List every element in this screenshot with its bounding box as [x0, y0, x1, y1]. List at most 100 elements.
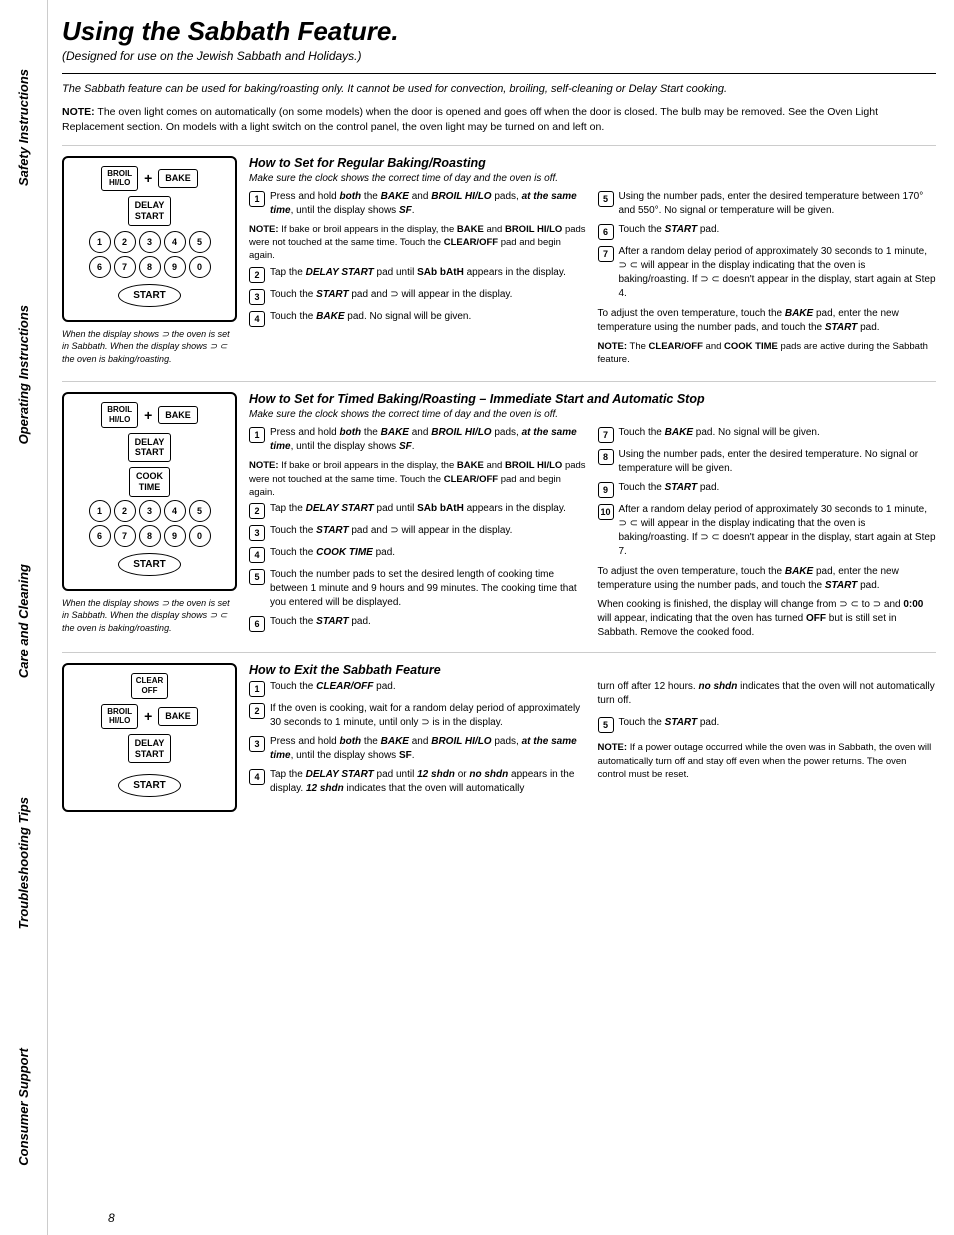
step-item: 4 Touch the COOK TIME pad.: [249, 546, 588, 563]
step-num: 9: [598, 482, 614, 498]
step-item: 2 Tap the DELAY START pad until SAb bAtH…: [249, 502, 588, 519]
num-7-1: 7: [114, 256, 136, 278]
start-btn-2: START: [118, 553, 181, 576]
step-num: 3: [249, 289, 265, 305]
step-text: After a random delay period of approxima…: [619, 245, 937, 301]
step-item: 1 Touch the CLEAR/OFF pad.: [249, 680, 588, 697]
step-text: Tap the DELAY START pad until SAb bAtH a…: [270, 266, 566, 280]
step-text: Touch the BAKE pad. No signal will be gi…: [619, 426, 820, 440]
step-num: 7: [598, 246, 614, 262]
start-btn-1: START: [118, 284, 181, 307]
num-1-1: 1: [89, 231, 111, 253]
step-text: Press and hold both the BAKE and BROIL H…: [270, 426, 588, 454]
section2-row: BROILHI/LO + BAKE DELAYSTART COOKTIME 1 …: [62, 381, 936, 640]
number-row-1b: 6 7 8 9 0: [74, 256, 225, 278]
step-num: 6: [249, 616, 265, 632]
step-num: 8: [598, 449, 614, 465]
step-item: 7 After a random delay period of approxi…: [598, 245, 937, 301]
num-5-1: 5: [189, 231, 211, 253]
step-text: Touch the CLEAR/OFF pad.: [270, 680, 396, 694]
num-5-2: 5: [189, 500, 211, 522]
num-8-2: 8: [139, 525, 161, 547]
step-item: 2 Tap the DELAY START pad until SAb bAtH…: [249, 266, 588, 283]
delay-start-btn-3: DELAYSTART: [128, 734, 172, 764]
num-0-1: 0: [189, 256, 211, 278]
start-btn-3: START: [118, 774, 181, 797]
step-item: 4 Touch the BAKE pad. No signal will be …: [249, 310, 588, 327]
delay-start-btn-2: DELAYSTART: [128, 433, 172, 463]
cook-time-btn: COOKTIME: [129, 467, 170, 497]
num-7-2: 7: [114, 525, 136, 547]
num-9-2: 9: [164, 525, 186, 547]
step-num: 10: [598, 504, 614, 520]
step-text: Touch the START pad.: [619, 481, 720, 495]
step-num: 4: [249, 547, 265, 563]
num-1-2: 1: [89, 500, 111, 522]
broil-btn-3: BROILHI/LO: [101, 704, 138, 729]
plus-3: +: [144, 708, 152, 724]
page-number: 8: [108, 1211, 115, 1225]
step-num: 1: [249, 191, 265, 207]
intro-text: The Sabbath feature can be used for baki…: [62, 82, 936, 97]
section2-steps-right: 7 Touch the BAKE pad. No signal will be …: [598, 426, 937, 640]
section1-subtitle: Make sure the clock shows the correct ti…: [249, 173, 936, 184]
num-4-1: 4: [164, 231, 186, 253]
step-num: 4: [249, 311, 265, 327]
sidebar-care: Care and Cleaning: [16, 556, 31, 686]
section2-instructions: How to Set for Timed Baking/Roasting – I…: [249, 392, 936, 640]
adjust-text-1: To adjust the oven temperature, touch th…: [598, 307, 937, 335]
section3-steps-right: turn off after 12 hours. no shdn indicat…: [598, 680, 937, 801]
sidebar: Safety Instructions Operating Instructio…: [0, 0, 48, 1235]
step-text: After a random delay period of approxima…: [619, 503, 937, 559]
step-text: Touch the START pad.: [619, 716, 720, 730]
num-3-1: 3: [139, 231, 161, 253]
step-num: 3: [249, 736, 265, 752]
step-item: 6 Touch the START pad.: [249, 615, 588, 632]
step-note: NOTE: If bake or broil appears in the di…: [249, 223, 588, 263]
num-2-2: 2: [114, 500, 136, 522]
number-row-2a: 1 2 3 4 5: [74, 500, 225, 522]
num-3-2: 3: [139, 500, 161, 522]
sidebar-operating: Operating Instructions: [16, 297, 31, 452]
section3-steps-left: 1 Touch the CLEAR/OFF pad. 2 If the oven…: [249, 680, 588, 801]
step-item: 5 Touch the number pads to set the desir…: [249, 568, 588, 610]
section1-diagram: BROILHI/LO + BAKE DELAYSTART 1 2 3 4 5 6…: [62, 156, 237, 370]
page-subtitle: (Designed for use on the Jewish Sabbath …: [62, 49, 936, 63]
note-content: The oven light comes on automatically (o…: [62, 106, 878, 133]
note-text: NOTE: The oven light comes on automatica…: [62, 105, 936, 134]
delay-start-btn-1: DELAYSTART: [128, 196, 172, 226]
section1-instructions: How to Set for Regular Baking/Roasting M…: [249, 156, 936, 370]
section2-title: How to Set for Timed Baking/Roasting – I…: [249, 392, 936, 406]
broil-btn-2: BROILHI/LO: [101, 402, 138, 427]
step-item: 5 Using the number pads, enter the desir…: [598, 190, 937, 218]
step-text: Using the number pads, enter the desired…: [619, 448, 937, 476]
step-continuation: turn off after 12 hours. no shdn indicat…: [598, 680, 937, 708]
section1-steps-right: 5 Using the number pads, enter the desir…: [598, 190, 937, 370]
step-text: Tap the DELAY START pad until SAb bAtH a…: [270, 502, 566, 516]
section1-title: How to Set for Regular Baking/Roasting: [249, 156, 936, 170]
section2-steps-left: 1 Press and hold both the BAKE and BROIL…: [249, 426, 588, 640]
step-num: 5: [598, 191, 614, 207]
step-num: 2: [249, 267, 265, 283]
step-text: Touch the START pad and ⊃ will appear in…: [270, 524, 512, 538]
num-2-1: 2: [114, 231, 136, 253]
section3-instructions: How to Exit the Sabbath Feature 1 Touch …: [249, 663, 936, 818]
step-num: 5: [249, 569, 265, 585]
step-text: Press and hold both the BAKE and BROIL H…: [270, 190, 588, 218]
section2-steps: 1 Press and hold both the BAKE and BROIL…: [249, 426, 936, 640]
bake-btn-3: BAKE: [158, 707, 198, 726]
step-text: Touch the number pads to set the desired…: [270, 568, 588, 610]
section1-steps: 1 Press and hold both the BAKE and BROIL…: [249, 190, 936, 370]
step-text: Touch the START pad.: [270, 615, 371, 629]
step-num: 1: [249, 681, 265, 697]
num-4-2: 4: [164, 500, 186, 522]
step-item: 3 Touch the START pad and ⊃ will appear …: [249, 288, 588, 305]
page-title: Using the Sabbath Feature.: [62, 16, 936, 47]
step-num: 1: [249, 427, 265, 443]
step-item: 7 Touch the BAKE pad. No signal will be …: [598, 426, 937, 443]
step-item: 10 After a random delay period of approx…: [598, 503, 937, 559]
step-text: Touch the START pad and ⊃ will appear in…: [270, 288, 512, 302]
note-bottom-3: NOTE: If a power outage occurred while t…: [598, 741, 937, 781]
num-0-2: 0: [189, 525, 211, 547]
main-content: Using the Sabbath Feature. (Designed for…: [48, 0, 954, 1235]
